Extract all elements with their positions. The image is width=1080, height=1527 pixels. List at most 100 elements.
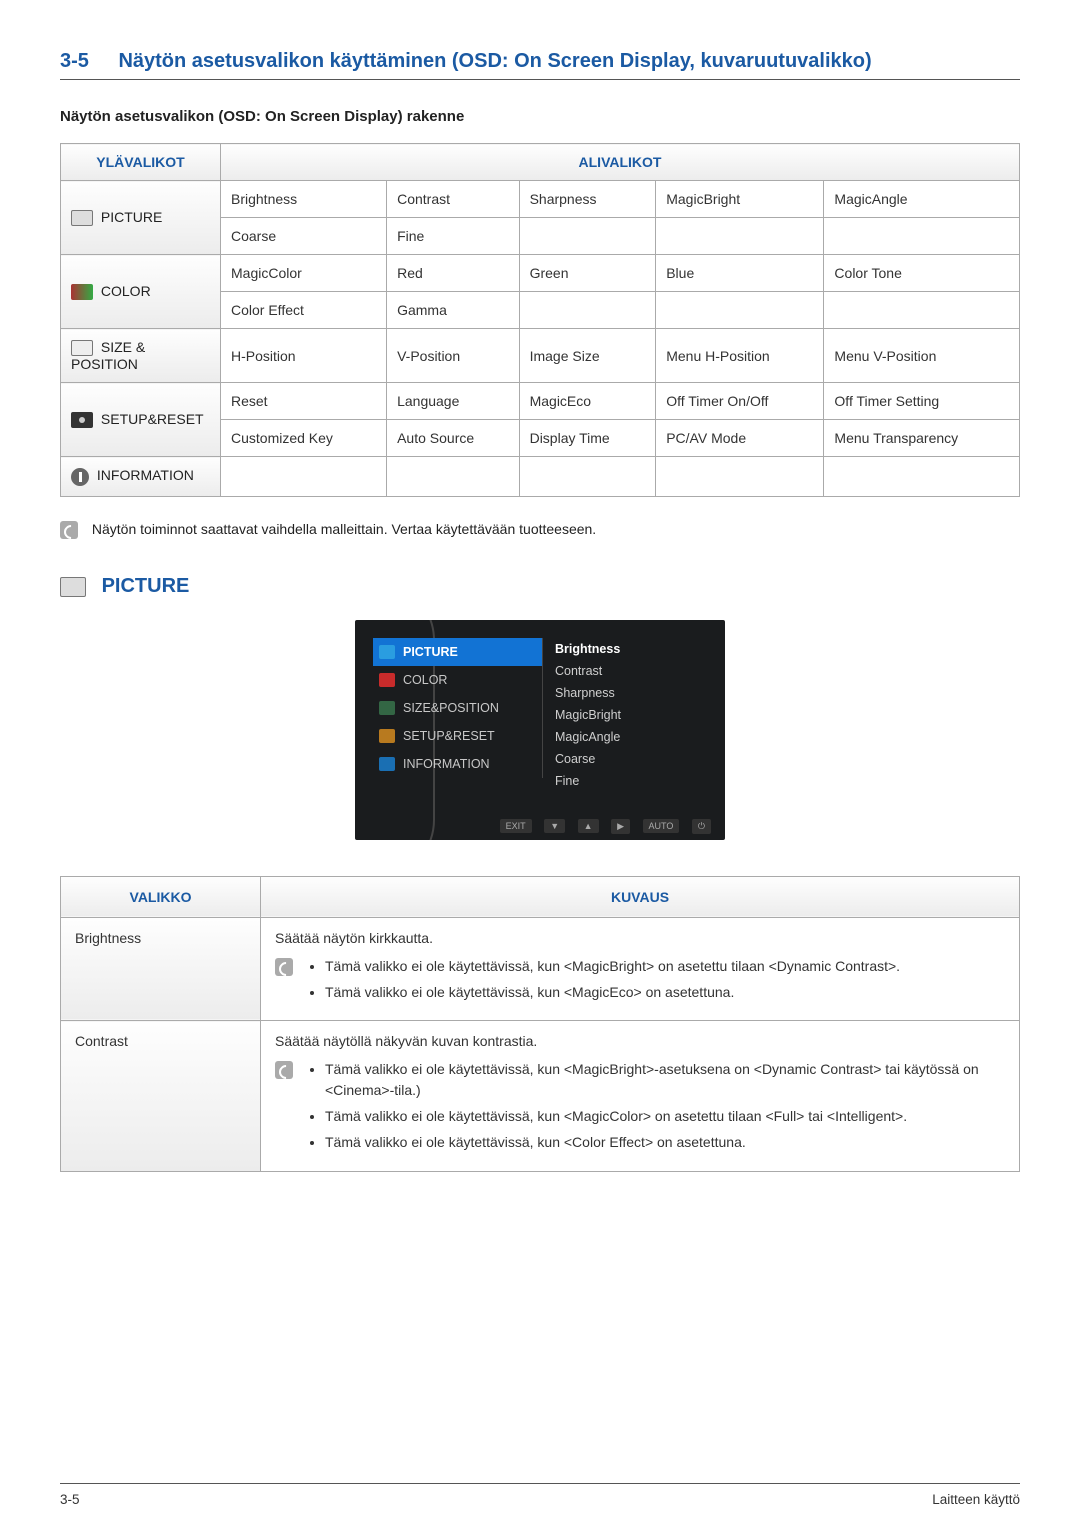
osd-right-item: Coarse (555, 748, 621, 770)
osd-btn-right: ▶ (611, 819, 630, 834)
table-cell: Gamma (387, 292, 519, 329)
desc-contrast-text: Säätää näytöllä näkyvän kuvan kontrastia… (275, 1033, 1005, 1049)
th-ylavikot: YLÄVALIKOT (61, 144, 221, 181)
osd-item-label: SIZE&POSITION (403, 701, 499, 715)
osd-preview: PICTURE COLOR SIZE&POSITION SETUP&RESET … (355, 620, 725, 840)
color-icon (71, 284, 93, 300)
row-info-label: INFORMATION (61, 457, 221, 496)
osd-mini-setup-icon (379, 729, 395, 743)
osd-mini-info-icon (379, 757, 395, 771)
table-cell (824, 218, 1020, 255)
picture-heading-icon (60, 577, 86, 597)
osd-btn-down: ▼ (544, 819, 565, 833)
table-cell: Color Tone (824, 255, 1020, 292)
section-divider (60, 79, 1020, 80)
section-title: Näytön asetusvalikon käyttäminen (OSD: O… (118, 50, 978, 73)
osd-mini-size-icon (379, 701, 395, 715)
osd-bottom-bar: EXIT ▼ ▲ ▶ AUTO ⏻ (355, 819, 725, 834)
osd-item-label: SETUP&RESET (403, 729, 495, 743)
note-icon (275, 958, 293, 976)
table-cell: Display Time (519, 420, 656, 457)
osd-right-item: MagicAngle (555, 726, 621, 748)
table-cell: MagicEco (519, 383, 656, 420)
table-cell (656, 457, 824, 496)
table-cell: Sharpness (519, 181, 656, 218)
bullet-item: Tämä valikko ei ole käytettävissä, kun <… (325, 1106, 1005, 1126)
bullet-item: Tämä valikko ei ole käytettävissä, kun <… (325, 1059, 1005, 1100)
osd-item-info: INFORMATION (373, 750, 542, 778)
table-cell: Green (519, 255, 656, 292)
page-footer: 3-5 Laitteen käyttö (0, 1483, 1080, 1507)
table-cell (221, 457, 387, 496)
footer-divider (60, 1483, 1020, 1484)
table-cell: Language (387, 383, 519, 420)
desc-contrast-name: Contrast (61, 1021, 261, 1171)
size-icon (71, 340, 93, 356)
color-label-text: COLOR (101, 283, 151, 299)
subheading: Näytön asetusvalikon (OSD: On Screen Dis… (60, 108, 1020, 125)
osd-item-picture: PICTURE (373, 638, 542, 666)
table-cell: Off Timer Setting (824, 383, 1020, 420)
description-table: VALIKKO KUVAUS Brightness Säätää näytön … (60, 876, 1020, 1172)
osd-btn-power: ⏻ (692, 819, 711, 834)
table-cell: H-Position (221, 329, 387, 383)
table-cell: PC/AV Mode (656, 420, 824, 457)
desc-brightness-name: Brightness (61, 917, 261, 1021)
th-kuvaus: KUVAUS (261, 876, 1020, 917)
row-size-label: SIZE & POSITION (61, 329, 221, 383)
footer-right: Laitteen käyttö (932, 1492, 1020, 1507)
osd-right-item: Brightness (555, 638, 621, 660)
desc-brightness-body: Säätää näytön kirkkautta. Tämä valikko e… (261, 917, 1020, 1021)
table-cell: Customized Key (221, 420, 387, 457)
note-icon (60, 521, 78, 539)
table-cell: MagicBright (656, 181, 824, 218)
bullet-item: Tämä valikko ei ole käytettävissä, kun <… (325, 956, 1005, 976)
table-cell: Fine (387, 218, 519, 255)
table-cell: Menu H-Position (656, 329, 824, 383)
table-cell: V-Position (387, 329, 519, 383)
osd-mini-color-icon (379, 673, 395, 687)
th-alivalikot: ALIVALIKOT (221, 144, 1020, 181)
table-cell (656, 218, 824, 255)
desc-contrast-body: Säätää näytöllä näkyvän kuvan kontrastia… (261, 1021, 1020, 1171)
table-cell (824, 292, 1020, 329)
picture-icon (71, 210, 93, 226)
row-setup-label: SETUP&RESET (61, 383, 221, 457)
note-text: Näytön toiminnot saattavat vaihdella mal… (92, 521, 596, 537)
setup-icon (71, 412, 93, 428)
bullet-item: Tämä valikko ei ole käytettävissä, kun <… (325, 982, 1005, 1002)
row-picture-label: PICTURE (61, 181, 221, 255)
table-cell: MagicAngle (824, 181, 1020, 218)
note-icon (275, 1061, 293, 1079)
menu-structure-table: YLÄVALIKOT ALIVALIKOT PICTURE Brightness… (60, 143, 1020, 497)
footer-left: 3-5 (60, 1492, 80, 1507)
picture-heading: PICTURE (60, 575, 1020, 598)
table-cell (519, 457, 656, 496)
table-cell (387, 457, 519, 496)
table-cell: Red (387, 255, 519, 292)
row-color-label: COLOR (61, 255, 221, 329)
osd-btn-up: ▲ (578, 819, 599, 833)
section-number: 3-5 (60, 50, 114, 73)
table-cell: Contrast (387, 181, 519, 218)
note-row: Näytön toiminnot saattavat vaihdella mal… (60, 521, 1020, 539)
osd-item-size: SIZE&POSITION (373, 694, 542, 722)
table-cell: Coarse (221, 218, 387, 255)
table-cell (519, 292, 656, 329)
picture-label-text: PICTURE (101, 209, 162, 225)
table-cell: Image Size (519, 329, 656, 383)
osd-item-label: COLOR (403, 673, 447, 687)
table-cell: Blue (656, 255, 824, 292)
table-cell: Menu V-Position (824, 329, 1020, 383)
table-cell (519, 218, 656, 255)
osd-right-item: Sharpness (555, 682, 621, 704)
table-cell: Auto Source (387, 420, 519, 457)
osd-item-color: COLOR (373, 666, 542, 694)
bullet-item: Tämä valikko ei ole käytettävissä, kun <… (325, 1132, 1005, 1152)
table-cell: Off Timer On/Off (656, 383, 824, 420)
desc-brightness-text: Säätää näytön kirkkautta. (275, 930, 1005, 946)
information-icon (71, 468, 89, 486)
section-header: 3-5 Näytön asetusvalikon käyttäminen (OS… (60, 50, 1020, 73)
osd-item-setup: SETUP&RESET (373, 722, 542, 750)
osd-btn-auto: AUTO (643, 819, 680, 833)
